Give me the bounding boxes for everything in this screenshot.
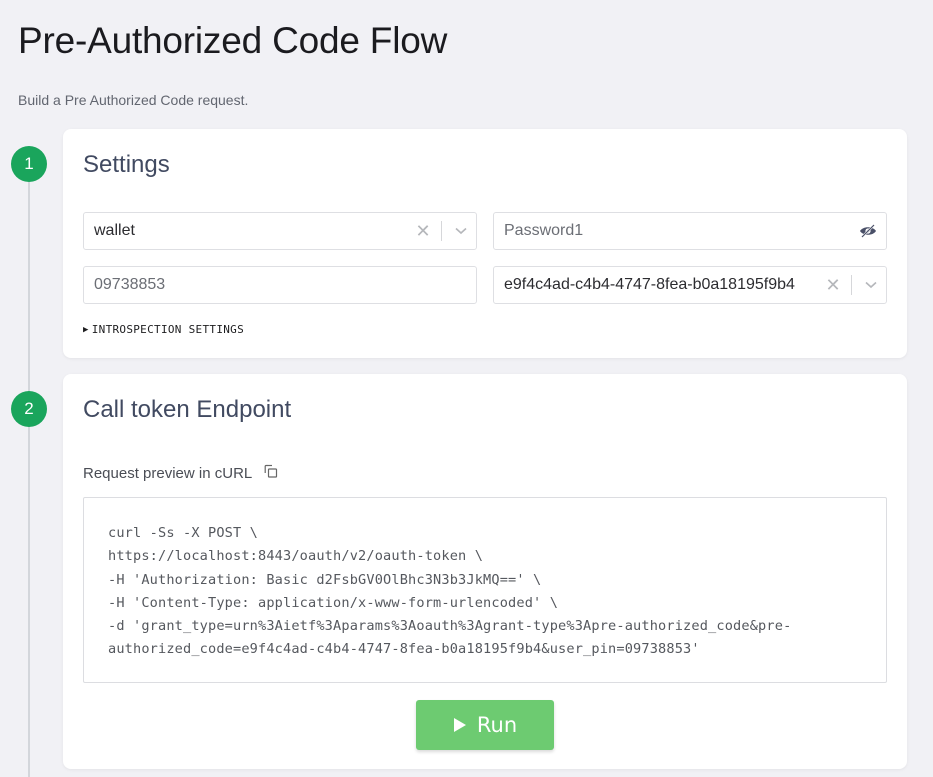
password-value: Password1	[504, 222, 584, 239]
triangle-right-icon: ▶	[83, 324, 89, 335]
timeline-line	[28, 170, 30, 777]
settings-card: Settings wallet ✕ Password1 09738853 e9f…	[63, 129, 907, 358]
chevron-down-icon[interactable]	[856, 281, 886, 289]
step-1-badge: 1	[11, 146, 47, 182]
client-select[interactable]: wallet ✕	[83, 212, 477, 250]
request-preview-text: Request preview in cURL	[83, 464, 253, 482]
user-pin-value: 09738853	[94, 276, 166, 293]
password-field[interactable]: Password1	[493, 212, 887, 250]
introspection-settings-toggle[interactable]: ▶ INTROSPECTION SETTINGS	[83, 323, 244, 336]
code-select-value: e9f4c4ad-c4b4-4747-8fea-b0a18195f9b4	[504, 276, 795, 293]
run-button-label: Run	[476, 713, 518, 737]
eye-slash-icon[interactable]	[850, 224, 886, 238]
clear-icon[interactable]: ✕	[409, 222, 437, 240]
copy-icon[interactable]	[264, 464, 278, 482]
token-endpoint-title: Call token Endpoint	[83, 396, 292, 423]
client-select-value: wallet	[94, 222, 135, 239]
introspection-settings-label: INTROSPECTION SETTINGS	[91, 323, 245, 336]
curl-line: authorized_code=e9f4c4ad-c4b4-4747-8fea-…	[108, 641, 700, 658]
code-select[interactable]: e9f4c4ad-c4b4-4747-8fea-b0a18195f9b4 ✕	[493, 266, 887, 304]
select-separator	[441, 221, 442, 241]
user-pin-field[interactable]: 09738853	[83, 266, 477, 304]
page-title: Pre-Authorized Code Flow	[18, 20, 448, 61]
page-subtitle: Build a Pre Authorized Code request.	[18, 92, 249, 108]
request-preview-label: Request preview in cURL	[83, 464, 278, 482]
curl-line: https://localhost:8443/oauth/v2/oauth-to…	[108, 548, 484, 565]
chevron-down-icon[interactable]	[446, 227, 476, 235]
page: Pre-Authorized Code Flow Build a Pre Aut…	[0, 0, 933, 777]
settings-title: Settings	[83, 151, 170, 178]
play-icon	[453, 718, 466, 732]
curl-line: -d 'grant_type=urn%3Aietf%3Aparams%3Aoau…	[108, 618, 792, 635]
select-separator	[851, 275, 852, 295]
curl-preview[interactable]: curl -Ss -X POST \ https://localhost:844…	[83, 497, 887, 683]
curl-line: curl -Ss -X POST \	[108, 525, 259, 541]
clear-icon[interactable]: ✕	[819, 276, 847, 294]
step-2-badge: 2	[11, 391, 47, 427]
curl-line: -H 'Authorization: Basic d2FsbGV0OlBhc3N…	[108, 571, 542, 588]
run-button[interactable]: Run	[416, 700, 554, 750]
curl-line: -H 'Content-Type: application/x-www-form…	[108, 594, 559, 611]
token-endpoint-card: Call token Endpoint Request preview in c…	[63, 374, 907, 769]
